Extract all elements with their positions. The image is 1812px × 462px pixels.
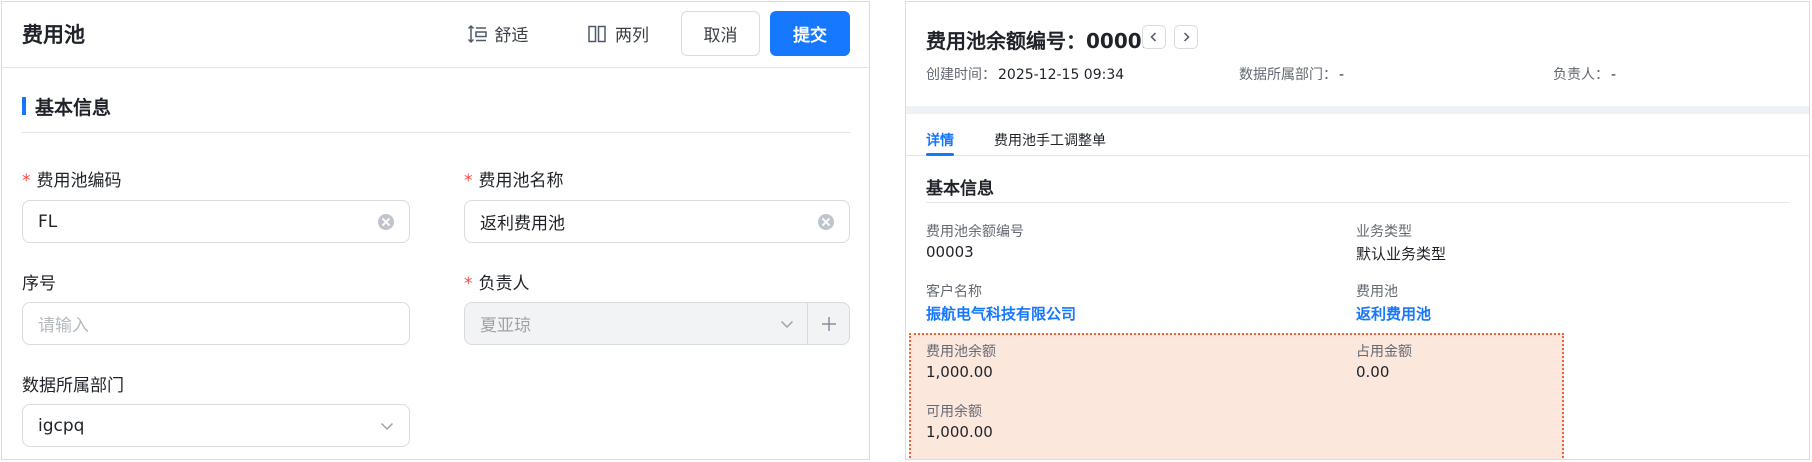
meta-created-label: 创建时间： (926, 67, 996, 83)
pool-name-label: * 费用池名称 (464, 166, 564, 191)
meta-created-value: 2025-12-15 09:34 (998, 67, 1125, 83)
seq-label: 序号 (22, 274, 56, 294)
dept-label: 数据所属部门 (22, 376, 124, 396)
two-column-label: 两列 (615, 26, 649, 46)
code-label-text: 费用池编码 (36, 171, 122, 191)
active-tab-indicator (926, 153, 954, 156)
meta-dept-value: - (1339, 67, 1345, 83)
customer-label: 客户名称 (926, 284, 982, 300)
balance-label: 费用池余额 (926, 344, 996, 360)
meta-created: 创建时间： 2025-12-15 09:34 (926, 64, 1124, 84)
seq-input[interactable]: 请输入 (22, 302, 410, 345)
biz-type-label: 业务类型 (1356, 224, 1412, 240)
available-value: 1,000.00 (926, 423, 993, 441)
seq-input-placeholder: 请输入 (38, 316, 89, 336)
biz-type-value: 默认业务类型 (1356, 245, 1447, 263)
chevron-down-icon (780, 320, 794, 329)
layout-two-column-button[interactable]: 两列 (566, 11, 670, 56)
dept-select-value: igcpq (38, 415, 85, 436)
section-accent-bar (22, 97, 26, 115)
page-title: 费用池 (22, 23, 85, 47)
tab-details[interactable]: 详情 (926, 130, 954, 150)
row-height-icon (467, 24, 487, 43)
required-mark: * (464, 274, 473, 294)
occupied-label: 占用金额 (1356, 344, 1412, 360)
dept-select[interactable]: igcpq (22, 404, 410, 447)
pool-name-input[interactable]: 返利费用池 (464, 200, 850, 243)
clear-icon[interactable] (818, 214, 834, 230)
code-input[interactable]: FL (22, 200, 410, 243)
section-basic-info: 基本信息 (22, 94, 112, 119)
detail-tabs: 详情 费用池手工调整单 (906, 114, 1809, 156)
form-header: 费用池 舒适 两列 取消 提交 (2, 2, 869, 68)
detail-panel: 费用池余额编号：00003 创建时间： 2025-12-15 09:34 数据所属… (905, 1, 1810, 460)
form-panel: 费用池 舒适 两列 取消 提交 基本信息 * 费用池编码 FL * 费用池名称 … (1, 1, 870, 460)
chevron-left-icon (1150, 32, 1157, 42)
prev-record-button[interactable] (1142, 25, 1166, 49)
clear-icon[interactable] (378, 214, 394, 230)
pool-name-label-text: 费用池名称 (478, 171, 564, 191)
detail-section-title: 基本信息 (926, 179, 994, 199)
meta-dept: 数据所属部门： - (1239, 64, 1344, 84)
pool-name-input-value: 返利费用池 (480, 214, 565, 234)
balance-no-value: 00003 (926, 243, 974, 261)
owner-select-value: 夏亚琼 (480, 316, 531, 336)
pool-link[interactable]: 返利费用池 (1356, 303, 1431, 324)
owner-select[interactable]: 夏亚琼 (464, 302, 850, 345)
tab-manual-adjustment[interactable]: 费用池手工调整单 (994, 130, 1106, 150)
cancel-button[interactable]: 取消 (681, 11, 760, 56)
chevron-right-icon (1183, 32, 1190, 42)
customer-link[interactable]: 振航电气科技有限公司 (926, 303, 1076, 324)
meta-owner-value: - (1611, 67, 1617, 83)
required-mark: * (464, 171, 473, 191)
code-input-value: FL (38, 211, 58, 232)
section-divider (22, 132, 850, 133)
next-record-button[interactable] (1174, 25, 1198, 49)
available-label: 可用余额 (926, 404, 982, 420)
chevron-down-icon (380, 422, 394, 431)
two-column-icon (588, 25, 606, 42)
balance-no-label: 费用池余额编号 (926, 224, 1024, 240)
amount-highlight-region (909, 333, 1564, 459)
code-label: * 费用池编码 (22, 166, 122, 191)
owner-label: * 负责人 (464, 269, 530, 294)
density-comfort-label: 舒适 (494, 26, 529, 46)
density-comfort-button[interactable]: 舒适 (445, 11, 550, 56)
detail-section-divider (926, 202, 1789, 203)
add-owner-button[interactable] (807, 303, 849, 344)
occupied-value: 0.00 (1356, 363, 1390, 381)
meta-dept-label: 数据所属部门： (1239, 67, 1337, 83)
detail-header: 费用池余额编号：00003 创建时间： 2025-12-15 09:34 数据所属… (906, 2, 1809, 106)
meta-owner: 负责人： - (1553, 64, 1616, 84)
pool-label: 费用池 (1356, 284, 1398, 300)
balance-value: 1,000.00 (926, 363, 993, 381)
detail-title: 费用池余额编号：00003 (926, 29, 1156, 53)
submit-button[interactable]: 提交 (770, 11, 850, 56)
meta-owner-label: 负责人： (1553, 67, 1609, 83)
section-basic-info-title: 基本信息 (35, 96, 112, 119)
plus-icon (821, 316, 836, 331)
owner-label-text: 负责人 (478, 274, 530, 294)
required-mark: * (22, 171, 31, 191)
header-separator (906, 106, 1809, 114)
